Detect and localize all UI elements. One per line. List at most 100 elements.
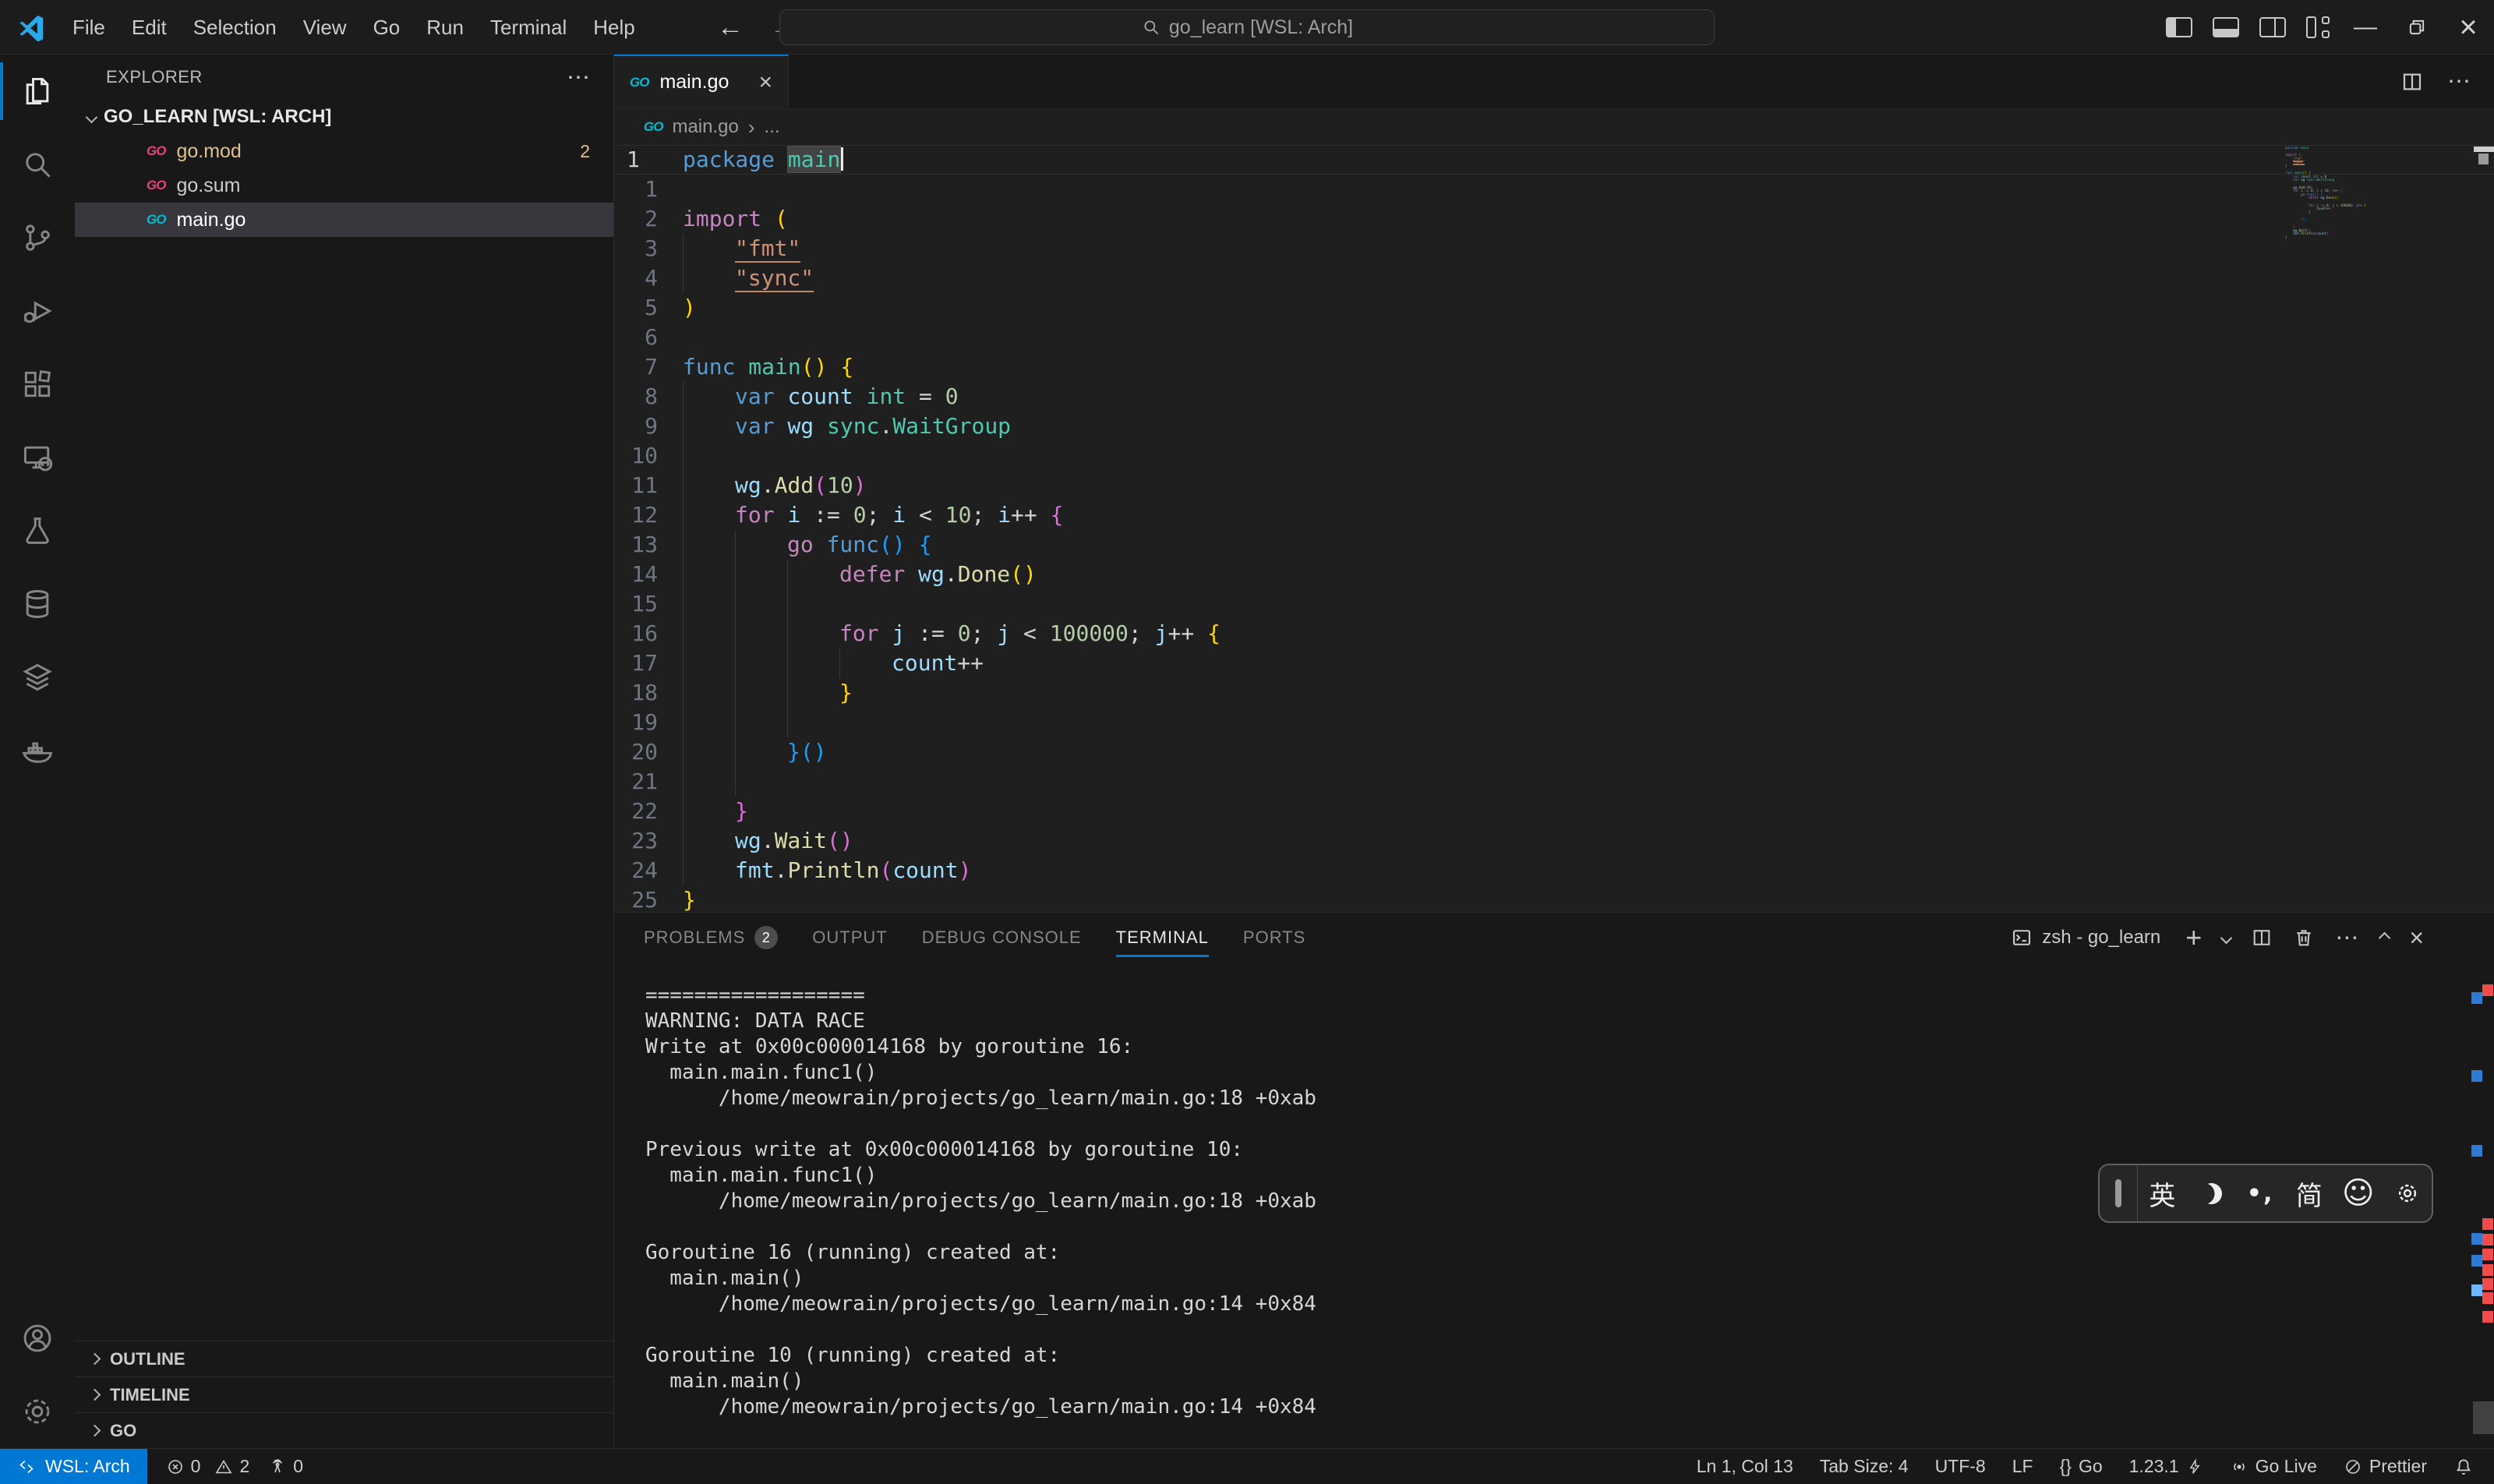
code-line[interactable]: 6 xyxy=(614,323,2494,352)
code-line[interactable]: 3"fmt" xyxy=(614,234,2494,263)
breadcrumb-tail[interactable]: ... xyxy=(765,116,780,138)
code-line[interactable]: 7func main() { xyxy=(614,352,2494,382)
code-line[interactable]: 25} xyxy=(614,885,2494,912)
section-outline[interactable]: OUTLINE xyxy=(75,1341,613,1376)
code-line[interactable]: 10 xyxy=(614,441,2494,471)
breadcrumb[interactable]: GO main.go › ... xyxy=(614,109,2494,145)
menu-item-go[interactable]: Go xyxy=(360,0,414,55)
bell-icon[interactable] xyxy=(2453,1457,2474,1477)
code-line[interactable]: 24fmt.Println(count) xyxy=(614,856,2494,885)
panel-more-icon[interactable]: ⋯ xyxy=(2335,924,2360,952)
code-line[interactable]: 4"sync" xyxy=(614,263,2494,293)
toggle-secondary-sidebar-icon[interactable] xyxy=(2259,17,2286,37)
ime-settings-gear-icon[interactable] xyxy=(2383,1181,2432,1206)
code-line[interactable]: 8var count int = 0 xyxy=(614,382,2494,412)
database-icon[interactable] xyxy=(0,567,75,641)
file-row-go.mod[interactable]: GOgo.mod2 xyxy=(75,134,613,168)
accounts-icon[interactable] xyxy=(0,1302,75,1375)
terminal-line[interactable]: Goroutine 10 (running) created at: xyxy=(645,1343,2494,1369)
terminal-line[interactable]: main.main() xyxy=(645,1266,2494,1291)
restore-button[interactable] xyxy=(2391,0,2443,55)
ime-english-mode[interactable]: 英 xyxy=(2138,1175,2187,1213)
run-and-debug-icon[interactable] xyxy=(0,274,75,348)
ime-drag-handle[interactable] xyxy=(2115,1179,2121,1207)
back-arrow-icon[interactable]: ← xyxy=(717,12,744,43)
panel-tab-terminal[interactable]: TERMINAL xyxy=(1116,913,1209,963)
code-line[interactable]: 16for j := 0; j < 100000; j++ { xyxy=(614,619,2494,648)
terminal-line[interactable]: /home/meowrain/projects/go_learn/main.go… xyxy=(645,1394,2494,1420)
code-line[interactable]: 13go func() { xyxy=(614,530,2494,560)
ime-halfwidth-moon-icon[interactable] xyxy=(2187,1183,2236,1204)
ports-status[interactable]: 0 xyxy=(268,1456,303,1477)
terminal-line[interactable]: Goroutine 16 (running) created at: xyxy=(645,1240,2494,1266)
minimize-button[interactable]: — xyxy=(2340,0,2391,55)
tab-size[interactable]: Tab Size: 4 xyxy=(1820,1456,1909,1477)
code-line[interactable]: 14defer wg.Done() xyxy=(614,560,2494,589)
file-row-go.sum[interactable]: GOgo.sum xyxy=(75,168,613,203)
menu-item-help[interactable]: Help xyxy=(580,0,648,55)
code-line[interactable]: 1package main xyxy=(614,145,2494,175)
prettier-status[interactable]: Prettier xyxy=(2344,1456,2427,1477)
code-editor[interactable]: 1package main12import (3"fmt"4"sync"5)67… xyxy=(614,145,2494,912)
section-go[interactable]: GO xyxy=(75,1412,613,1448)
search-icon[interactable] xyxy=(0,128,75,201)
terminal-line[interactable]: /home/meowrain/projects/go_learn/main.go… xyxy=(645,1291,2494,1317)
terminal-dropdown-icon[interactable] xyxy=(2220,931,2233,944)
maximize-panel-icon[interactable] xyxy=(2379,931,2391,944)
tree-root-folder[interactable]: GO_LEARN [WSL: ARCH] xyxy=(75,100,613,134)
code-line[interactable]: 1 xyxy=(614,175,2494,204)
code-line[interactable]: 23wg.Wait() xyxy=(614,826,2494,856)
code-line[interactable]: 9var wg sync.WaitGroup xyxy=(614,412,2494,441)
menu-item-run[interactable]: Run xyxy=(413,0,477,55)
ime-simplified-mode[interactable]: 简 xyxy=(2284,1175,2333,1213)
terminal-line[interactable]: main.main() xyxy=(645,1369,2494,1394)
terminal-line[interactable] xyxy=(645,1317,2494,1343)
code-line[interactable]: 17count++ xyxy=(614,648,2494,678)
more-actions-icon[interactable]: ⋯ xyxy=(2447,68,2472,95)
new-terminal-icon[interactable]: + xyxy=(2185,921,2202,954)
split-editor-icon[interactable] xyxy=(2400,70,2424,94)
remote-indicator[interactable]: WSL: Arch xyxy=(0,1449,147,1484)
command-center-search[interactable]: go_learn [WSL: Arch] xyxy=(779,9,1715,45)
terminal-line[interactable]: ================== xyxy=(645,983,2494,1009)
terminal-line[interactable] xyxy=(645,1111,2494,1137)
panel-tab-output[interactable]: OUTPUT xyxy=(812,913,887,963)
problems-status[interactable]: 0 2 xyxy=(166,1456,250,1477)
file-row-main.go[interactable]: GOmain.go xyxy=(75,203,613,237)
menu-item-selection[interactable]: Selection xyxy=(180,0,290,55)
terminal-line[interactable]: WARNING: DATA RACE xyxy=(645,1009,2494,1034)
code-line[interactable]: 12for i := 0; i < 10; i++ { xyxy=(614,500,2494,530)
menu-item-view[interactable]: View xyxy=(290,0,360,55)
section-timeline[interactable]: TIMELINE xyxy=(75,1376,613,1412)
code-line[interactable]: 11wg.Add(10) xyxy=(614,471,2494,500)
panel-tab-debug-console[interactable]: DEBUG CONSOLE xyxy=(922,913,1082,963)
language-mode[interactable]: {} Go xyxy=(2060,1456,2103,1477)
code-line[interactable]: 19 xyxy=(614,708,2494,737)
source-control-icon[interactable] xyxy=(0,201,75,274)
ime-emoji-icon[interactable]: ☺ xyxy=(2333,1175,2383,1211)
split-terminal-icon[interactable] xyxy=(2251,927,2273,949)
tab-close-icon[interactable]: × xyxy=(758,69,772,96)
menu-item-terminal[interactable]: Terminal xyxy=(477,0,580,55)
toggle-sidebar-icon[interactable] xyxy=(2166,17,2192,37)
go-live[interactable]: Go Live xyxy=(2230,1456,2317,1477)
close-panel-icon[interactable]: × xyxy=(2409,924,2424,952)
terminal-line[interactable]: main.main.func1() xyxy=(645,1060,2494,1086)
panel-tab-ports[interactable]: PORTS xyxy=(1243,913,1305,963)
minimap[interactable]: package mainimport ( "fmt" "sync")func m… xyxy=(2285,147,2471,239)
layers-icon[interactable] xyxy=(0,641,75,714)
terminal-line[interactable]: Write at 0x00c000014168 by goroutine 16: xyxy=(645,1034,2494,1060)
kill-terminal-trash-icon[interactable] xyxy=(2293,927,2315,949)
customize-layout-icon[interactable] xyxy=(2306,16,2330,38)
menu-item-file[interactable]: File xyxy=(59,0,118,55)
code-line[interactable]: 2import ( xyxy=(614,204,2494,234)
remote-explorer-icon[interactable] xyxy=(0,421,75,494)
panel-tab-problems[interactable]: PROBLEMS2 xyxy=(644,913,778,963)
code-line[interactable]: 20}() xyxy=(614,737,2494,767)
breadcrumb-file[interactable]: main.go xyxy=(672,116,738,138)
explorer-more-icon[interactable]: ⋯ xyxy=(567,64,592,91)
eol[interactable]: LF xyxy=(2012,1456,2033,1477)
code-line[interactable]: 15 xyxy=(614,589,2494,619)
code-line[interactable]: 18} xyxy=(614,678,2494,708)
terminal-instance[interactable]: zsh - go_learn xyxy=(2011,927,2160,949)
